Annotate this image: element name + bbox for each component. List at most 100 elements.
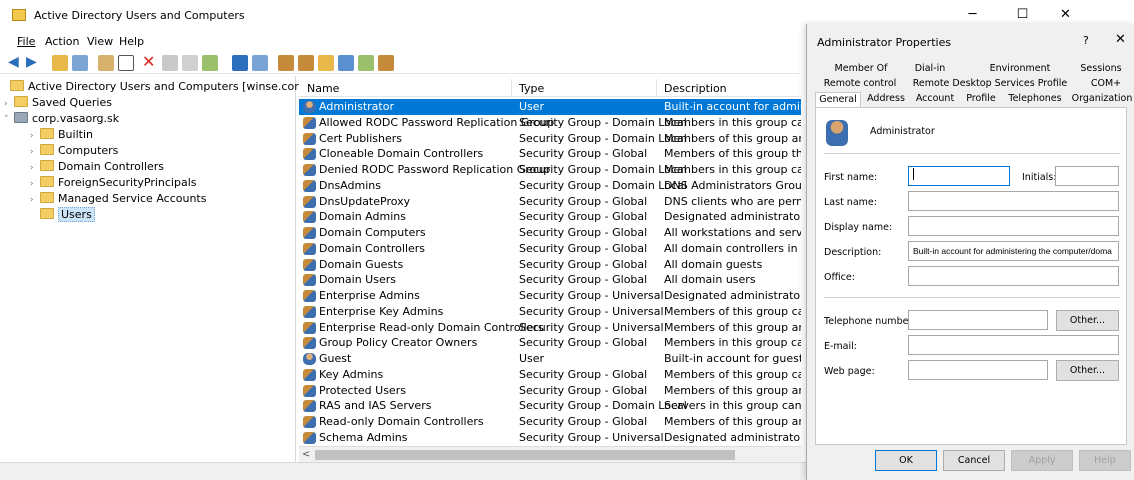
- ok-button[interactable]: OK: [875, 450, 937, 471]
- menu-help[interactable]: Help: [119, 35, 144, 48]
- back-icon[interactable]: ◀: [8, 55, 24, 71]
- tab-general[interactable]: General: [815, 92, 861, 107]
- chevron-right-icon[interactable]: ›: [30, 192, 40, 208]
- chevron-down-icon[interactable]: ˅: [4, 112, 14, 128]
- table-row[interactable]: Cloneable Domain Controllers Security Gro…: [299, 146, 801, 162]
- table-row[interactable]: Schema Admins Security Group - Universal D…: [299, 430, 801, 446]
- table-row[interactable]: Administrator User Built-in account for ad…: [299, 99, 801, 115]
- tree-item-saved-queries[interactable]: › Saved Queries: [4, 95, 112, 111]
- chevron-right-icon[interactable]: ›: [30, 144, 40, 160]
- table-row[interactable]: Key Admins Security Group - Global Members…: [299, 367, 801, 383]
- last-name-field[interactable]: [908, 191, 1119, 211]
- tab-sessions[interactable]: Sessions: [1070, 62, 1132, 76]
- table-row[interactable]: Enterprise Read-only Domain Controllers S…: [299, 320, 801, 336]
- column-header-name[interactable]: Name: [307, 82, 339, 95]
- menu-action[interactable]: Action: [45, 35, 79, 48]
- chevron-right-icon[interactable]: ›: [30, 128, 40, 144]
- table-row[interactable]: DnsAdmins Security Group - Domain Local DN…: [299, 178, 801, 194]
- table-row[interactable]: Allowed RODC Password Replication Group S…: [299, 115, 801, 131]
- column-header-type[interactable]: Type: [519, 82, 544, 95]
- tab-address[interactable]: Address: [863, 92, 909, 106]
- tree-item-builtin[interactable]: › Builtin: [30, 127, 93, 143]
- display-name-label: Display name:: [824, 222, 893, 233]
- filter-icon[interactable]: [338, 55, 354, 71]
- up-folder-icon[interactable]: [52, 55, 68, 71]
- tab-profile[interactable]: Profile: [961, 92, 1001, 106]
- table-row[interactable]: RAS and IAS Servers Security Group - Doma…: [299, 398, 801, 414]
- chevron-right-icon[interactable]: ›: [30, 160, 40, 176]
- tree-item-users[interactable]: Users: [30, 207, 95, 223]
- tab-dial-in[interactable]: Dial-in: [905, 62, 955, 76]
- tree-item-domain-controllers[interactable]: › Domain Controllers: [30, 159, 164, 175]
- table-row[interactable]: Denied RODC Password Replication Group Se…: [299, 162, 801, 178]
- dialog-help-button[interactable]: ?: [1083, 34, 1089, 47]
- find-icon[interactable]: [358, 55, 374, 71]
- cell-type: User: [519, 100, 545, 113]
- office-field[interactable]: [908, 266, 1119, 286]
- apply-button[interactable]: Apply: [1011, 450, 1073, 471]
- display-name-field[interactable]: [908, 216, 1119, 236]
- tree-item-managed-service-accounts[interactable]: › Managed Service Accounts: [30, 191, 206, 207]
- cut-icon[interactable]: [98, 55, 114, 71]
- table-row[interactable]: Domain Admins Security Group - Global Desi…: [299, 209, 801, 225]
- web-page-other-button[interactable]: Other...: [1056, 360, 1119, 381]
- copy-icon[interactable]: [118, 55, 134, 71]
- table-row[interactable]: Protected Users Security Group - Global Me…: [299, 383, 801, 399]
- chevron-right-icon[interactable]: ›: [4, 96, 14, 112]
- tab-com-plus[interactable]: COM+: [1077, 77, 1134, 91]
- column-header-description[interactable]: Description: [664, 82, 727, 95]
- table-row[interactable]: Read-only Domain Controllers Security Gro…: [299, 414, 801, 430]
- properties-icon[interactable]: [162, 55, 178, 71]
- forward-icon[interactable]: ▶: [26, 55, 42, 71]
- first-name-field[interactable]: [908, 166, 1010, 186]
- web-page-field[interactable]: [908, 360, 1048, 380]
- help-icon[interactable]: [232, 55, 248, 71]
- cell-description: Members of this group can perf: [664, 304, 801, 318]
- new-user-icon[interactable]: [278, 55, 294, 71]
- tab-remote-control[interactable]: Remote control: [815, 77, 905, 91]
- menu-view[interactable]: View: [87, 35, 113, 48]
- tree-item-domain[interactable]: ˅ corp.vasaorg.sk: [4, 111, 119, 127]
- refresh-icon[interactable]: [182, 55, 198, 71]
- horizontal-scrollbar[interactable]: <: [299, 446, 801, 462]
- initials-field[interactable]: [1055, 166, 1119, 186]
- menu-file[interactable]: File: [17, 35, 35, 48]
- telephone-other-button[interactable]: Other...: [1056, 310, 1119, 331]
- add-to-group-icon[interactable]: [378, 55, 394, 71]
- pane-icon[interactable]: [252, 55, 268, 71]
- tab-organization[interactable]: Organization: [1069, 92, 1134, 106]
- folder-icon: [40, 176, 54, 187]
- table-row[interactable]: Enterprise Admins Security Group - Univer…: [299, 288, 801, 304]
- tree-item-computers[interactable]: › Computers: [30, 143, 118, 159]
- table-row[interactable]: Domain Controllers Security Group - Globa…: [299, 241, 801, 257]
- table-row[interactable]: Domain Users Security Group - Global All d…: [299, 272, 801, 288]
- new-group-icon[interactable]: [298, 55, 314, 71]
- telephone-field[interactable]: [908, 310, 1048, 330]
- table-row[interactable]: DnsUpdateProxy Security Group - Global DNS…: [299, 194, 801, 210]
- tab-member-of[interactable]: Member Of: [821, 62, 901, 76]
- table-row[interactable]: Domain Guests Security Group - Global All …: [299, 257, 801, 273]
- show-tree-icon[interactable]: [72, 55, 88, 71]
- email-field[interactable]: [908, 335, 1119, 355]
- scroll-thumb[interactable]: [315, 450, 735, 460]
- help-button[interactable]: Help: [1079, 450, 1131, 471]
- new-ou-icon[interactable]: [318, 55, 334, 71]
- tab-telephones[interactable]: Telephones: [1003, 92, 1067, 106]
- cancel-button[interactable]: Cancel: [943, 450, 1005, 471]
- chevron-right-icon[interactable]: ›: [30, 176, 40, 192]
- description-field[interactable]: Built-in account for administering the c…: [908, 241, 1119, 261]
- scroll-left-icon[interactable]: <: [302, 449, 310, 460]
- delete-icon[interactable]: ✕: [142, 54, 158, 71]
- table-row[interactable]: Domain Computers Security Group - Global A…: [299, 225, 801, 241]
- group-icon: [303, 179, 316, 192]
- tab-account[interactable]: Account: [911, 92, 959, 106]
- export-icon[interactable]: [202, 55, 218, 71]
- tree-item-foreign-security-principals[interactable]: › ForeignSecurityPrincipals: [30, 175, 197, 191]
- tab-environment[interactable]: Environment: [975, 62, 1065, 76]
- table-row[interactable]: Guest User Built-in account for guest acce…: [299, 351, 801, 367]
- table-row[interactable]: Enterprise Key Admins Security Group - Un…: [299, 304, 801, 320]
- table-row[interactable]: Group Policy Creator Owners Security Grou…: [299, 335, 801, 351]
- table-row[interactable]: Cert Publishers Security Group - Domain L…: [299, 131, 801, 147]
- tab-remote-desktop-services-profile[interactable]: Remote Desktop Services Profile: [905, 77, 1075, 91]
- dialog-close-button[interactable]: ✕: [1115, 32, 1126, 47]
